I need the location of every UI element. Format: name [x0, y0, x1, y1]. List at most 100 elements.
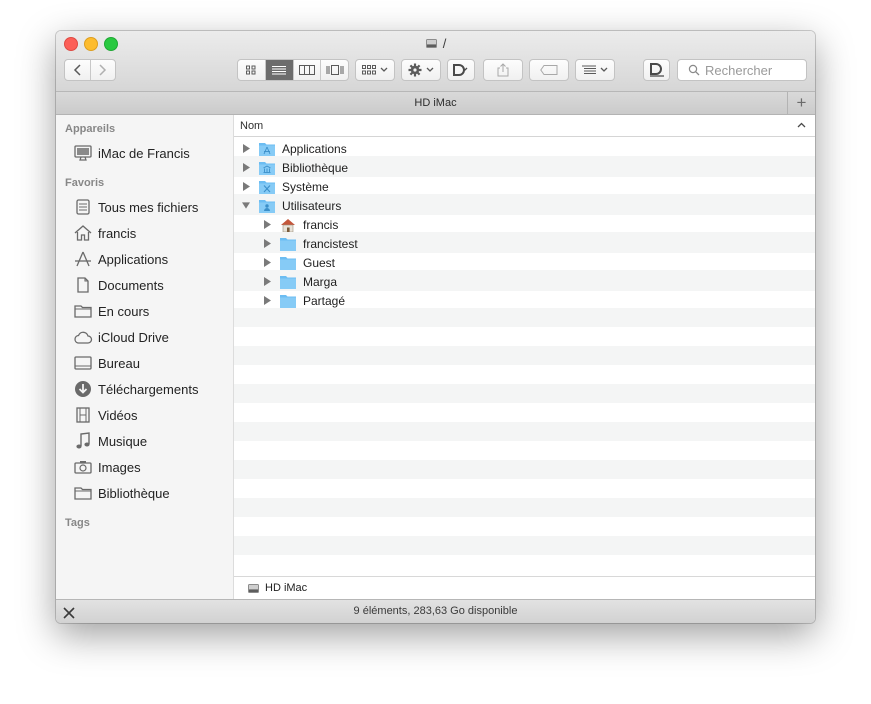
download-icon: [73, 380, 93, 398]
sidebar-item-recents[interactable]: En cours: [73, 301, 149, 321]
sidebar-item-videos[interactable]: Vidéos: [73, 405, 138, 425]
list-item[interactable]: francistest: [234, 234, 815, 253]
sidebar-item-library[interactable]: Bibliothèque: [73, 483, 170, 503]
cover-flow-button[interactable]: [321, 60, 348, 80]
zebra-row: [234, 422, 815, 441]
sidebar-item-desktop[interactable]: Bureau: [73, 353, 140, 373]
sidebar-item-francis[interactable]: francis: [73, 223, 136, 243]
chevron-down-icon: [600, 67, 608, 72]
chevron-right-icon: [99, 64, 107, 76]
list-item[interactable]: Applications: [234, 139, 815, 158]
disclosure-triangle[interactable]: [242, 163, 250, 172]
film-icon: [73, 406, 93, 424]
columns-icon: [298, 65, 315, 75]
icon-view-button[interactable]: [238, 60, 266, 80]
sidebar-header-devices: Appareils: [65, 123, 116, 135]
nav-buttons: [64, 59, 116, 81]
sidebar-item-label: Téléchargements: [98, 381, 199, 397]
extension-button[interactable]: [447, 59, 475, 81]
list-item-name: Bibliothèque: [282, 160, 349, 175]
music-icon: [73, 432, 93, 450]
all-files-icon: [73, 198, 93, 216]
list-item[interactable]: Bibliothèque: [234, 158, 815, 177]
sidebar-item-label: Tous mes fichiers: [98, 199, 199, 215]
column-header-name[interactable]: Nom: [234, 115, 815, 137]
folder-icon: [73, 484, 93, 502]
disclosure-triangle[interactable]: [263, 296, 271, 305]
view-mode-control: [237, 59, 349, 81]
list-item-name: francistest: [303, 236, 358, 251]
home-icon: [73, 224, 93, 242]
list-item[interactable]: Marga: [234, 272, 815, 291]
folder-icon: [280, 237, 296, 251]
folder-icon: [280, 275, 296, 289]
tab-bar: HD iMac +: [56, 92, 815, 115]
disclosure-triangle[interactable]: [263, 277, 271, 286]
hard-disk-icon: [425, 37, 438, 53]
folder-icon: [280, 256, 296, 270]
list-item[interactable]: Guest: [234, 253, 815, 272]
search-icon: [688, 64, 700, 76]
forward-button[interactable]: [91, 60, 116, 80]
sidebar-header-favorites: Favoris: [65, 177, 105, 189]
column-view-button[interactable]: [294, 60, 322, 80]
tags-button[interactable]: [529, 59, 569, 81]
window-title: /: [56, 36, 815, 53]
sort-options-button[interactable]: [575, 59, 615, 81]
users-folder-icon: [259, 199, 275, 213]
disclosure-triangle-expanded[interactable]: [242, 202, 250, 210]
disclosure-triangle[interactable]: [242, 144, 250, 153]
extension-button-2[interactable]: [643, 59, 670, 81]
new-tab-button[interactable]: +: [787, 92, 815, 114]
system-folder-icon: [259, 180, 275, 194]
disclosure-triangle[interactable]: [263, 220, 271, 229]
library-folder-icon: [259, 161, 275, 175]
list-item-name: francis: [303, 217, 339, 232]
list-view-button[interactable]: [265, 60, 294, 80]
cloud-icon: [73, 328, 93, 346]
zebra-row: [234, 346, 815, 365]
sidebar-header-tags: Tags: [65, 517, 90, 529]
documents-icon: [73, 276, 93, 294]
tools-icon[interactable]: [63, 605, 75, 623]
sidebar-item-documents[interactable]: Documents: [73, 275, 164, 295]
back-button[interactable]: [65, 60, 91, 80]
status-text: 9 éléments, 283,63 Go disponible: [353, 605, 518, 617]
sidebar-item-music[interactable]: Musique: [73, 431, 147, 451]
sidebar-item-applications[interactable]: Applications: [73, 249, 168, 269]
extension-icon: [649, 63, 664, 77]
window-title-text: /: [442, 36, 447, 51]
sidebar-item-label: En cours: [98, 303, 150, 319]
list-item[interactable]: Partagé: [234, 291, 815, 310]
action-button[interactable]: [401, 59, 441, 81]
chevron-down-icon: [426, 67, 434, 72]
search-placeholder: Rechercher: [705, 62, 773, 78]
sidebar-item-imac[interactable]: iMac de Francis: [73, 143, 190, 163]
sidebar: Appareils iMac de Francis Favoris Tous m…: [56, 115, 234, 599]
sidebar-item-all-files[interactable]: Tous mes fichiers: [73, 197, 198, 217]
list-options-icon: [582, 65, 596, 74]
search-field[interactable]: Rechercher: [677, 59, 807, 81]
list-item[interactable]: Utilisateurs: [234, 196, 815, 215]
list-item-name: Guest: [303, 255, 336, 270]
sidebar-item-downloads[interactable]: Téléchargements: [73, 379, 198, 399]
disclosure-triangle[interactable]: [263, 258, 271, 267]
tab-hd-imac[interactable]: HD iMac: [414, 97, 456, 109]
sidebar-item-label: Images: [98, 459, 141, 475]
list-item[interactable]: Système: [234, 177, 815, 196]
arrange-button[interactable]: [355, 59, 395, 81]
sidebar-item-icloud[interactable]: iCloud Drive: [73, 327, 169, 347]
sidebar-item-label: Documents: [98, 277, 164, 293]
sidebar-item-label: Bibliothèque: [98, 485, 170, 501]
camera-icon: [73, 458, 93, 476]
disclosure-triangle[interactable]: [263, 239, 271, 248]
share-button[interactable]: [483, 59, 523, 81]
path-item-hd-imac[interactable]: HD iMac: [265, 582, 307, 594]
list-item-name: Applications: [282, 141, 347, 156]
list-item[interactable]: francis: [234, 215, 815, 234]
disclosure-triangle[interactable]: [242, 182, 250, 191]
zebra-row: [234, 460, 815, 479]
sidebar-item-label: iCloud Drive: [98, 329, 169, 345]
file-list: Nom Applications Bibliothèque Système Ut…: [234, 115, 815, 576]
sidebar-item-images[interactable]: Images: [73, 457, 141, 477]
